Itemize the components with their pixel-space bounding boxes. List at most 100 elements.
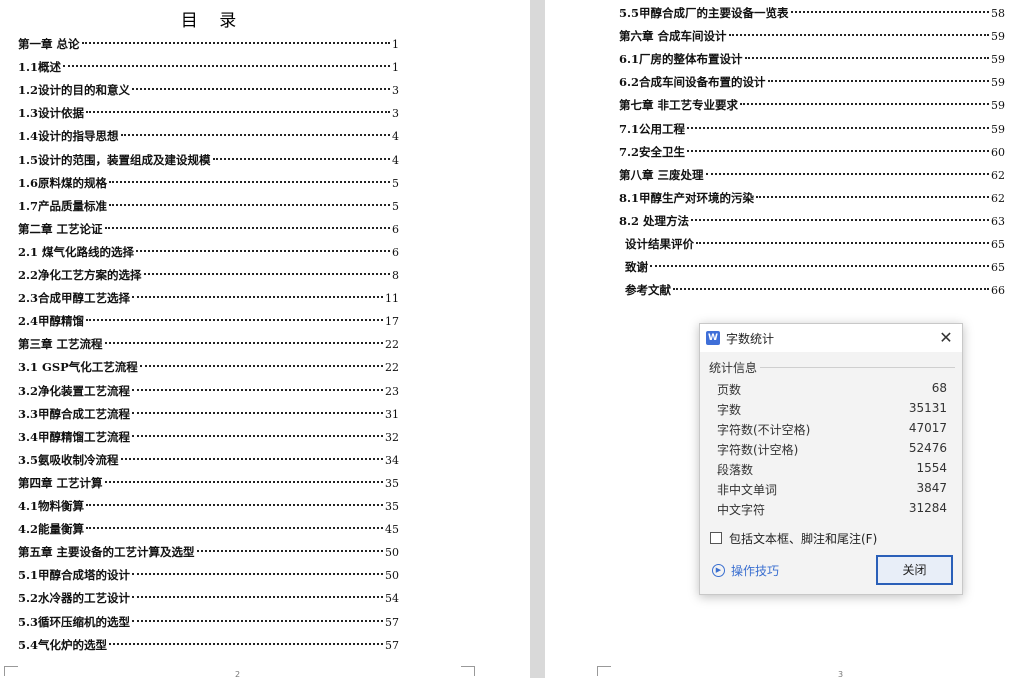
toc-entry-title: 第三章 工艺流程 — [18, 337, 103, 352]
toc-entry-page: 6 — [392, 222, 399, 236]
toc-leader-dots — [650, 265, 989, 268]
toc-entry[interactable]: 1.1概述 1 — [18, 59, 399, 75]
toc-entry[interactable]: 第三章 工艺流程 22 — [18, 336, 399, 352]
toc-entry-title: 8.2 处理方法 — [619, 213, 690, 228]
toc-entry-page: 62 — [991, 168, 1005, 182]
close-icon[interactable]: ✕ — [936, 328, 956, 348]
toc-leader-dots — [687, 149, 989, 152]
toc-entry-page: 45 — [385, 523, 399, 537]
toc-entry-title: 1.1概述 — [18, 60, 62, 75]
toc-entry[interactable]: 1.2设计的目的和意义 3 — [18, 82, 399, 98]
toc-leader-dots — [109, 642, 383, 645]
toc-entry[interactable]: 8.2 处理方法 63 — [619, 213, 1005, 229]
close-button[interactable]: 关闭 — [876, 555, 953, 585]
toc-entry[interactable]: 5.4气化炉的选型 57 — [18, 637, 399, 653]
toc-entry[interactable]: 5.3循环压缩机的选型 57 — [18, 614, 399, 630]
stat-row: 字符数(计空格) 52476 — [717, 441, 947, 459]
toc-entry-title: 3.3甲醇合成工艺流程 — [18, 406, 131, 421]
toc-entry[interactable]: 第八章 三废处理 62 — [619, 167, 1005, 183]
toc-entry[interactable]: 1.6原料煤的规格 5 — [18, 175, 399, 191]
stat-value: 35131 — [908, 401, 947, 415]
stat-row: 字数 35131 — [717, 401, 947, 419]
toc-leader-dots — [132, 434, 383, 437]
toc-entry-title: 5.3循环压缩机的选型 — [18, 614, 131, 629]
toc-entry[interactable]: 1.5设计的范围，装置组成及建设规模 4 — [18, 152, 399, 168]
toc-leader-dots — [63, 65, 390, 68]
toc-entry[interactable]: 1.3设计依据 3 — [18, 105, 399, 121]
include-textbox-footnotes-checkbox[interactable]: 包括文本框、脚注和尾注(F) — [710, 530, 877, 546]
toc-entry[interactable]: 2.3合成甲醇工艺选择 11 — [18, 290, 399, 306]
toc-leader-dots — [86, 319, 383, 322]
toc-entry[interactable]: 第四章 工艺计算 35 — [18, 475, 399, 491]
tips-link[interactable]: ▶ 操作技巧 — [712, 562, 779, 579]
toc-entry-title: 5.5甲醇合成厂的主要设备一览表 — [619, 6, 789, 20]
checkbox-label: 包括文本框、脚注和尾注(F) — [729, 531, 878, 546]
toc-entry[interactable]: 第一章 总论 1 — [18, 36, 399, 52]
stat-label: 页数 — [717, 383, 742, 397]
toc-entry[interactable]: 4.2能量衡算 45 — [18, 521, 399, 537]
toc-leader-dots — [86, 527, 383, 530]
toc-entry-title: 第七章 非工艺专业要求 — [619, 98, 739, 113]
toc-entry-title: 4.1物料衡算 — [18, 499, 85, 513]
toc-entry[interactable]: 5.1甲醇合成塔的设计 50 — [18, 567, 399, 583]
toc-entry-page: 60 — [991, 145, 1005, 159]
toc-entry-title: 2.4甲醇精馏 — [18, 314, 85, 329]
toc-entry[interactable]: 5.2水冷器的工艺设计 54 — [18, 590, 399, 606]
toc-entry-title: 1.5设计的范围，装置组成及建设规模 — [18, 152, 211, 167]
toc-entry[interactable]: 5.5甲醇合成厂的主要设备一览表 58 — [619, 5, 1005, 21]
toc-entry[interactable]: 7.2安全卫生 60 — [619, 144, 1005, 160]
toc-entry[interactable]: 7.1公用工程 59 — [619, 121, 1005, 137]
toc-entry-title: 设计结果评价 — [625, 237, 694, 251]
toc-entry[interactable]: 3.5氨吸收制冷流程 34 — [18, 452, 399, 468]
toc-entry[interactable]: 2.4甲醇精馏 17 — [18, 313, 399, 329]
toc-leader-dots — [705, 172, 989, 175]
toc-entry[interactable]: 致谢 65 — [625, 259, 1005, 275]
toc-entry[interactable]: 3.2净化装置工艺流程 23 — [18, 383, 399, 399]
toc-entry-page: 17 — [385, 315, 399, 329]
toc-entry[interactable]: 1.7产品质量标准 5 — [18, 198, 399, 214]
toc-entry[interactable]: 第六章 合成车间设计 59 — [619, 28, 1005, 44]
toc-entry[interactable]: 第五章 主要设备的工艺计算及选型 50 — [18, 544, 399, 560]
toc-leader-dots — [139, 365, 383, 368]
toc-entry-title: 第二章 工艺论证 — [18, 221, 103, 236]
toc-entry-page: 4 — [392, 130, 399, 144]
toc-entry[interactable]: 参考文献 66 — [625, 282, 1005, 298]
toc-entry[interactable]: 6.2合成车间设备布置的设计 59 — [619, 74, 1005, 90]
toc-entry-page: 6 — [392, 245, 399, 259]
toc-entry[interactable]: 6.1厂房的整体布置设计 59 — [619, 51, 1005, 67]
toc-entry[interactable]: 4.1物料衡算 35 — [18, 498, 399, 514]
toc-entry[interactable]: 1.4设计的指导思想 4 — [18, 128, 399, 144]
toc-leader-dots — [740, 103, 989, 106]
checkbox-box[interactable] — [710, 532, 722, 544]
toc-entry-page: 59 — [991, 76, 1005, 90]
toc-entry-title: 4.2能量衡算 — [18, 522, 85, 537]
toc-entry[interactable]: 3.3甲醇合成工艺流程 31 — [18, 406, 399, 422]
toc-entry[interactable]: 第七章 非工艺专业要求 59 — [619, 97, 1005, 113]
toc-leader-dots — [756, 195, 989, 198]
page-corner-mark — [4, 666, 18, 676]
toc-leader-dots — [687, 126, 989, 129]
toc-leader-dots — [143, 273, 390, 275]
page-number: 3 — [838, 670, 844, 678]
toc-entry-title: 6.1厂房的整体布置设计 — [619, 52, 743, 67]
toc-entry[interactable]: 第二章 工艺论证 6 — [18, 221, 399, 237]
tips-label: 操作技巧 — [731, 564, 780, 578]
stat-value: 31284 — [908, 501, 947, 515]
toc-entry[interactable]: 2.1 煤气化路线的选择 6 — [18, 244, 399, 260]
toc-entry-title: 2.1 煤气化路线的选择 — [18, 244, 135, 259]
toc-entry[interactable]: 8.1甲醇生产对环境的污染 62 — [619, 190, 1005, 206]
toc-entry-page: 1 — [392, 38, 399, 51]
toc-entry[interactable]: 3.4甲醇精馏工艺流程 32 — [18, 429, 399, 445]
toc-entry[interactable]: 2.2净化工艺方案的选择 8 — [18, 267, 399, 283]
toc-entry[interactable]: 设计结果评价 65 — [625, 236, 1005, 252]
toc-leader-dots — [86, 504, 383, 506]
stat-label: 字符数(计空格) — [717, 443, 799, 457]
toc-entry-page: 32 — [385, 430, 399, 444]
toc-entry-title: 6.2合成车间设备布置的设计 — [619, 75, 766, 90]
toc-entry-title: 第一章 总论 — [18, 37, 80, 51]
toc-entry-title: 3.1 GSP气化工艺流程 — [18, 360, 138, 375]
toc-entry-page: 11 — [385, 292, 399, 306]
document-page-left: 目 录 第一章 总论 1 1.1概述 1 1.2设计的目的和意义 3 1.3设计依据 3 1.4… — [0, 0, 530, 678]
toc-entry-title: 1.2设计的目的和意义 — [18, 83, 131, 98]
toc-entry[interactable]: 3.1 GSP气化工艺流程 22 — [18, 359, 399, 375]
